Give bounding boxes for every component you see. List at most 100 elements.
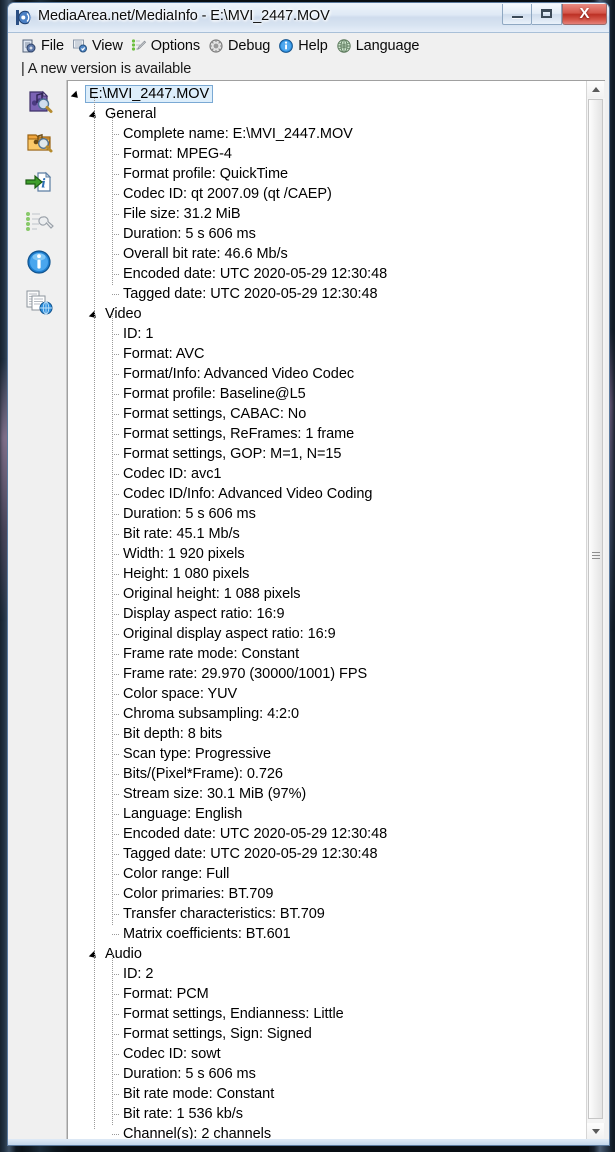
tree-row[interactable]: Format: PCM bbox=[68, 984, 587, 1004]
tree-row[interactable]: Format: MPEG-4 bbox=[68, 144, 587, 164]
menu-item-file[interactable]: File bbox=[20, 35, 71, 56]
tree-row[interactable]: Tagged date: UTC 2020-05-29 12:30:48 bbox=[68, 844, 587, 864]
tree-row[interactable]: Encoded date: UTC 2020-05-29 12:30:48 bbox=[68, 264, 587, 284]
window-bottom-edge bbox=[8, 1139, 609, 1145]
tree-section-general[interactable]: General bbox=[68, 104, 587, 124]
menu-item-language[interactable]: Language bbox=[335, 35, 427, 56]
tree-row[interactable]: Stream size: 30.1 MiB (97%) bbox=[68, 784, 587, 804]
tree-row[interactable]: Frame rate mode: Constant bbox=[68, 644, 587, 664]
tree-row[interactable]: Original display aspect ratio: 16:9 bbox=[68, 624, 587, 644]
menu-label-view: View bbox=[91, 37, 123, 54]
tree-connector bbox=[112, 994, 120, 995]
tree-row[interactable]: Encoded date: UTC 2020-05-29 12:30:48 bbox=[68, 824, 587, 844]
tree-row[interactable]: Format settings, Endianness: Little bbox=[68, 1004, 587, 1024]
tree-row[interactable]: Format/Info: Advanced Video Codec bbox=[68, 364, 587, 384]
tree-row-label: Scan type: Progressive bbox=[123, 746, 271, 762]
tree-row[interactable]: Channel(s): 2 channels bbox=[68, 1124, 587, 1140]
notification-bar[interactable]: | A new version is available bbox=[8, 58, 609, 80]
tree-row[interactable]: Tagged date: UTC 2020-05-29 12:30:48 bbox=[68, 284, 587, 304]
sidebar-item-about[interactable] bbox=[19, 245, 59, 279]
tree-row[interactable]: Format settings, GOP: M=1, N=15 bbox=[68, 444, 587, 464]
menu-item-debug[interactable]: Debug bbox=[207, 35, 277, 56]
scrollbar-track[interactable] bbox=[587, 98, 605, 1123]
export-report-icon bbox=[26, 290, 53, 315]
tree-row[interactable]: Overall bit rate: 46.6 Mb/s bbox=[68, 244, 587, 264]
menu-item-options[interactable]: Options bbox=[130, 35, 207, 56]
tree-section-video[interactable]: Video bbox=[68, 304, 587, 324]
tree-connector bbox=[112, 814, 120, 815]
tree-connector bbox=[112, 234, 120, 235]
tree-row[interactable]: Codec ID/Info: Advanced Video Coding bbox=[68, 484, 587, 504]
tree-row[interactable]: Display aspect ratio: 16:9 bbox=[68, 604, 587, 624]
title-bar[interactable]: MediaArea.net/MediaInfo - E:\MVI_2447.MO… bbox=[8, 3, 609, 33]
minimize-button[interactable] bbox=[502, 4, 532, 25]
maximize-button[interactable] bbox=[532, 4, 562, 25]
icon-sidebar: i bbox=[12, 80, 67, 1141]
tree-row[interactable]: Complete name: E:\MVI_2447.MOV bbox=[68, 124, 587, 144]
tree-row[interactable]: Duration: 5 s 606 ms bbox=[68, 504, 587, 524]
tree-root-item[interactable]: E:\MVI_2447.MOV bbox=[68, 84, 587, 104]
close-button[interactable]: X bbox=[562, 4, 607, 25]
tree-row[interactable]: Format settings, ReFrames: 1 frame bbox=[68, 424, 587, 444]
tree-section-audio[interactable]: Audio bbox=[68, 944, 587, 964]
tree-row[interactable]: Height: 1 080 pixels bbox=[68, 564, 587, 584]
tree-row[interactable]: Bits/(Pixel*Frame): 0.726 bbox=[68, 764, 587, 784]
vertical-scrollbar[interactable] bbox=[586, 81, 605, 1140]
tree-connector bbox=[112, 574, 120, 575]
scroll-down-arrow[interactable] bbox=[587, 1123, 604, 1140]
tree-row[interactable]: Color range: Full bbox=[68, 864, 587, 884]
tree-row[interactable]: Format settings, CABAC: No bbox=[68, 404, 587, 424]
tree-viewport[interactable]: E:\MVI_2447.MOV General Complete name: E:\… bbox=[68, 81, 587, 1140]
tree-row[interactable]: Frame rate: 29.970 (30000/1001) FPS bbox=[68, 664, 587, 684]
tree-row[interactable]: Matrix coefficients: BT.601 bbox=[68, 924, 587, 944]
scroll-up-arrow[interactable] bbox=[587, 81, 604, 98]
tree-row[interactable]: Format profile: Baseline@L5 bbox=[68, 384, 587, 404]
tree-row-label: Stream size: 30.1 MiB (97%) bbox=[123, 786, 307, 802]
tree-row[interactable]: Duration: 5 s 606 ms bbox=[68, 224, 587, 244]
tree-row[interactable]: Duration: 5 s 606 ms bbox=[68, 1064, 587, 1084]
tree-row[interactable]: Transfer characteristics: BT.709 bbox=[68, 904, 587, 924]
tree-row-label: Codec ID: qt 2007.09 (qt /CAEP) bbox=[123, 186, 332, 202]
options-icon bbox=[131, 38, 146, 51]
sidebar-item-open-folder[interactable] bbox=[19, 125, 59, 159]
tree-row[interactable]: Original height: 1 088 pixels bbox=[68, 584, 587, 604]
tree-row[interactable]: Color primaries: BT.709 bbox=[68, 884, 587, 904]
tree-row[interactable]: ID: 2 bbox=[68, 964, 587, 984]
menu-item-help[interactable]: Help bbox=[277, 35, 334, 56]
tree-row[interactable]: Width: 1 920 pixels bbox=[68, 544, 587, 564]
open-file-icon bbox=[29, 90, 53, 113]
tree-row-label: Transfer characteristics: BT.709 bbox=[123, 906, 325, 922]
tree-row[interactable]: Scan type: Progressive bbox=[68, 744, 587, 764]
tree-row-label: Format settings, Sign: Signed bbox=[123, 1026, 312, 1042]
tree-row[interactable]: Bit rate: 1 536 kb/s bbox=[68, 1104, 587, 1124]
sidebar-item-export-report[interactable] bbox=[19, 285, 59, 319]
tree-row[interactable]: Codec ID: sowt bbox=[68, 1044, 587, 1064]
tree-connector bbox=[112, 894, 120, 895]
tree-row[interactable]: File size: 31.2 MiB bbox=[68, 204, 587, 224]
tree-row[interactable]: Bit rate: 45.1 Mb/s bbox=[68, 524, 587, 544]
tree-row[interactable]: Bit depth: 8 bits bbox=[68, 724, 587, 744]
tree-row[interactable]: Codec ID: qt 2007.09 (qt /CAEP) bbox=[68, 184, 587, 204]
mediainfo-icon bbox=[16, 10, 32, 25]
sidebar-item-open-file[interactable] bbox=[19, 85, 59, 119]
tree-row[interactable]: Chroma subsampling: 4:2:0 bbox=[68, 704, 587, 724]
expander-triangle-icon[interactable] bbox=[70, 90, 81, 101]
sidebar-item-preferences[interactable] bbox=[19, 205, 59, 239]
scroll-up-icon bbox=[591, 87, 600, 92]
tree-row[interactable]: Language: English bbox=[68, 804, 587, 824]
tree-row[interactable]: Format: AVC bbox=[68, 344, 587, 364]
minimize-icon bbox=[512, 16, 523, 18]
tree-row[interactable]: ID: 1 bbox=[68, 324, 587, 344]
sidebar-item-export-info[interactable]: i bbox=[19, 165, 59, 199]
scrollbar-thumb[interactable] bbox=[588, 99, 603, 1119]
tree-row[interactable]: Format settings, Sign: Signed bbox=[68, 1024, 587, 1044]
tree-row[interactable]: Codec ID: avc1 bbox=[68, 464, 587, 484]
tree-connector bbox=[112, 1134, 120, 1135]
tree-row-label: Frame rate: 29.970 (30000/1001) FPS bbox=[123, 666, 368, 682]
menu-item-view[interactable]: View bbox=[71, 35, 130, 56]
tree-row-label: Color range: Full bbox=[123, 866, 230, 882]
tree-connector bbox=[112, 334, 120, 335]
tree-row[interactable]: Color space: YUV bbox=[68, 684, 587, 704]
tree-row[interactable]: Format profile: QuickTime bbox=[68, 164, 587, 184]
tree-row[interactable]: Bit rate mode: Constant bbox=[68, 1084, 587, 1104]
